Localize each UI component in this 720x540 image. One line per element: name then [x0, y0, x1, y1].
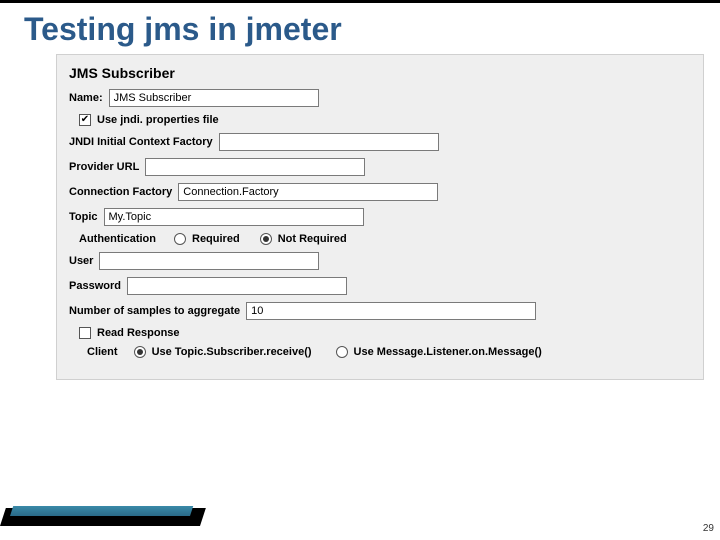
connection-factory-input[interactable]	[178, 183, 438, 201]
topic-row: Topic	[69, 208, 691, 226]
connection-factory-row: Connection Factory	[69, 183, 691, 201]
auth-required-label: Required	[192, 233, 240, 245]
client-receive-radio[interactable]	[134, 346, 146, 358]
name-label: Name:	[69, 92, 103, 104]
read-response-label: Read Response	[97, 327, 180, 339]
provider-url-input[interactable]	[145, 158, 365, 176]
name-input[interactable]	[109, 89, 319, 107]
jndi-context-label: JNDI Initial Context Factory	[69, 136, 213, 148]
slide-title: Testing jms in jmeter	[0, 11, 720, 54]
provider-url-row: Provider URL	[69, 158, 691, 176]
auth-required-radio[interactable]	[174, 233, 186, 245]
panel-heading: JMS Subscriber	[69, 65, 691, 81]
jndi-context-row: JNDI Initial Context Factory	[69, 133, 691, 151]
use-jndi-row: ✔ Use jndi. properties file	[79, 114, 691, 126]
authentication-label: Authentication	[79, 233, 156, 245]
client-listener-radio[interactable]	[336, 346, 348, 358]
page-number: 29	[703, 523, 714, 534]
connection-factory-label: Connection Factory	[69, 186, 172, 198]
auth-not-required-radio[interactable]	[260, 233, 272, 245]
user-label: User	[69, 255, 93, 267]
name-row: Name:	[69, 89, 691, 107]
user-row: User	[69, 252, 691, 270]
authentication-row: Authentication Required Not Required	[79, 233, 691, 245]
client-label: Client	[87, 346, 118, 358]
read-response-row: Read Response	[79, 327, 691, 339]
password-label: Password	[69, 280, 121, 292]
jndi-context-input[interactable]	[219, 133, 439, 151]
provider-url-label: Provider URL	[69, 161, 139, 173]
auth-not-required-label: Not Required	[278, 233, 347, 245]
samples-label: Number of samples to aggregate	[69, 305, 240, 317]
client-row: Client Use Topic.Subscriber.receive() Us…	[87, 346, 691, 358]
topic-label: Topic	[69, 211, 98, 223]
config-panel: JMS Subscriber Name: ✔ Use jndi. propert…	[56, 54, 704, 380]
samples-row: Number of samples to aggregate	[69, 302, 691, 320]
password-input[interactable]	[127, 277, 347, 295]
password-row: Password	[69, 277, 691, 295]
read-response-checkbox[interactable]	[79, 327, 91, 339]
use-jndi-checkbox[interactable]: ✔	[79, 114, 91, 126]
samples-input[interactable]	[246, 302, 536, 320]
slide-accent	[0, 496, 220, 526]
client-listener-label: Use Message.Listener.on.Message()	[354, 346, 542, 358]
client-receive-label: Use Topic.Subscriber.receive()	[152, 346, 312, 358]
user-input[interactable]	[99, 252, 319, 270]
use-jndi-label: Use jndi. properties file	[97, 114, 219, 126]
topic-input[interactable]	[104, 208, 364, 226]
